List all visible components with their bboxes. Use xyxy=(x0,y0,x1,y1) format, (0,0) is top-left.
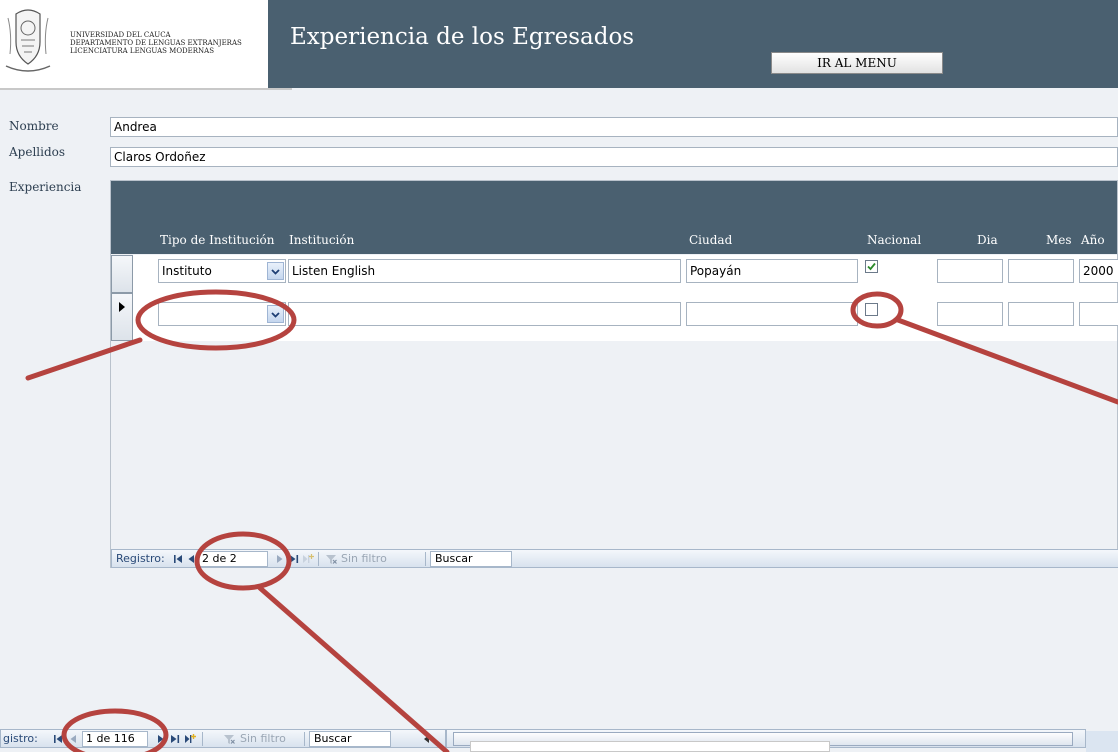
nacional-checkbox[interactable] xyxy=(865,303,878,316)
current-record-icon xyxy=(119,302,125,312)
header-bar: Experiencia de los Egresados IR AL MENU xyxy=(268,0,1118,88)
status-fragment xyxy=(1086,731,1118,752)
page-title: Experiencia de los Egresados xyxy=(290,24,635,50)
filter-status[interactable]: Sin filtro xyxy=(341,552,387,565)
apellidos-label: Apellidos xyxy=(9,145,66,159)
chevron-down-icon xyxy=(271,269,280,275)
row-selector[interactable] xyxy=(111,293,133,341)
next-record-icon[interactable] xyxy=(155,733,167,745)
new-record-icon[interactable] xyxy=(184,733,196,745)
previous-record-icon[interactable] xyxy=(67,733,79,745)
ciudad-field[interactable]: Popayán xyxy=(686,259,858,283)
search-input[interactable]: Buscar xyxy=(309,731,391,747)
first-record-icon[interactable] xyxy=(52,733,64,745)
filter-icon[interactable] xyxy=(325,553,337,565)
dia-field[interactable] xyxy=(937,259,1003,283)
apellidos-field[interactable]: Claros Ordoñez xyxy=(110,147,1118,167)
main-record-navigation: gistro: 1 de 116 Sin filtro Buscar xyxy=(0,729,446,748)
record-label: Registro: xyxy=(116,552,165,565)
filter-status[interactable]: Sin filtro xyxy=(240,732,286,745)
anio-field[interactable]: 2000 xyxy=(1079,259,1118,283)
checkmark-icon xyxy=(867,262,876,271)
next-record-icon[interactable] xyxy=(274,553,286,565)
dropdown-button[interactable] xyxy=(267,305,284,323)
last-record-icon[interactable] xyxy=(169,733,181,745)
mes-field[interactable] xyxy=(1008,302,1074,326)
previous-record-icon[interactable] xyxy=(185,553,197,565)
nav-separator xyxy=(318,552,319,566)
experiencia-label: Experiencia xyxy=(9,180,82,194)
nacional-checkbox[interactable] xyxy=(865,260,878,273)
nav-separator xyxy=(304,732,305,746)
record-position-field[interactable]: 1 de 116 xyxy=(82,731,148,747)
mes-field[interactable] xyxy=(1008,259,1074,283)
dia-field[interactable] xyxy=(937,302,1003,326)
column-header-nacional: Nacional xyxy=(867,233,922,247)
nav-separator xyxy=(202,732,203,746)
scroll-left-icon[interactable] xyxy=(421,733,433,745)
subform-record-navigation: Registro: 2 de 2 Sin filtro Buscar xyxy=(111,549,1118,568)
row-selector[interactable] xyxy=(111,255,133,293)
filter-icon[interactable] xyxy=(223,733,235,745)
column-header-ciudad: Ciudad xyxy=(689,233,733,247)
popup-fragment xyxy=(470,741,830,752)
search-input[interactable]: Buscar xyxy=(430,551,512,567)
nombre-label: Nombre xyxy=(9,119,59,133)
column-header-anio: Año xyxy=(1081,233,1105,247)
chevron-down-icon xyxy=(271,312,280,318)
nav-separator xyxy=(425,552,426,566)
subform-header: Tipo de Institución Institución Ciudad N… xyxy=(111,181,1117,254)
column-header-dia: Dia xyxy=(977,233,998,247)
experiencia-subform: Tipo de Institución Institución Ciudad N… xyxy=(110,180,1118,568)
column-header-institucion: Institución xyxy=(289,233,355,247)
last-record-icon[interactable] xyxy=(288,553,300,565)
university-text: UNIVERSIDAD DEL CAUCA DEPARTAMENTO DE LE… xyxy=(70,31,242,55)
new-record-icon[interactable] xyxy=(302,553,314,565)
nombre-field[interactable]: Andrea xyxy=(110,117,1118,137)
institucion-field[interactable] xyxy=(288,302,681,326)
dropdown-button[interactable] xyxy=(267,262,284,280)
column-header-mes: Mes xyxy=(1046,233,1072,247)
institucion-field[interactable]: Listen English xyxy=(288,259,681,283)
ciudad-field[interactable] xyxy=(686,302,858,326)
header-divider xyxy=(0,88,292,90)
record-position-field[interactable]: 2 de 2 xyxy=(198,551,268,567)
record-label: gistro: xyxy=(3,732,38,745)
column-header-tipo: Tipo de Institución xyxy=(160,233,275,247)
university-crest-icon xyxy=(5,9,51,72)
logo-area: UNIVERSIDAD DEL CAUCA DEPARTAMENTO DE LE… xyxy=(0,0,268,88)
anio-field[interactable] xyxy=(1079,302,1118,326)
annotation-line xyxy=(257,585,450,752)
first-record-icon[interactable] xyxy=(172,553,184,565)
menu-button[interactable]: IR AL MENU xyxy=(771,52,943,74)
